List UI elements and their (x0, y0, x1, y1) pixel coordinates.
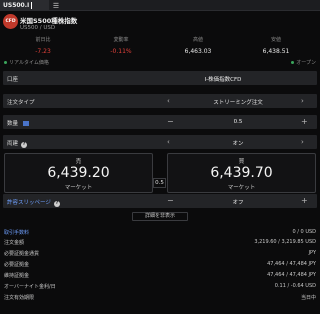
slippage-value: オフ (232, 200, 244, 206)
grid-icon[interactable] (23, 121, 30, 126)
account-value: I-株価指数CFD (204, 77, 242, 83)
detail-value: 当日中 (300, 295, 316, 301)
realtime-status: リアルタイム価格 (4, 59, 49, 66)
market-status: リアルタイム価格 オープン (0, 58, 320, 66)
tab-bar: US500.I ☰ (0, 0, 320, 11)
slippage-label-text: 許容スリッページ (7, 200, 51, 206)
detail-value: 3,219.60 / 3,219.85 USD (254, 239, 316, 245)
hedge-label: 両建? (7, 139, 28, 148)
help-icon[interactable]: ? (21, 142, 28, 148)
detail-value: 47,464 / 47,484 JPY (267, 272, 316, 278)
account-row: 口座 I-株価指数CFD (3, 71, 317, 85)
quantity-stepper[interactable]: 0.5 (183, 119, 293, 125)
detail-row-commission: 取引手数料 0 / 0 USD (4, 228, 316, 237)
live-dot-icon (4, 61, 7, 64)
stat-change-percent: 変動率 -0.11% (86, 36, 156, 55)
quantity-label: 数量 (7, 119, 30, 127)
chevron-right-icon[interactable]: › (301, 97, 304, 105)
stat-label: 変動率 (113, 37, 129, 43)
ticker-stats: 前日比 -7.23 変動率 -0.11% 高値 6,463.03 安値 6,43… (0, 36, 320, 56)
increase-slippage-button[interactable]: + (301, 196, 308, 205)
open-label: オープン (296, 60, 316, 66)
stat-change: 前日比 -7.23 (8, 36, 78, 55)
detail-row-maintenance-margin: 維持証拠金 47,464 / 47,484 JPY (4, 271, 316, 280)
quantity-label-text: 数量 (7, 121, 19, 127)
detail-value: 0 / 0 USD (292, 229, 317, 235)
sell-order-type: マーケット (64, 185, 93, 191)
market-open-status: オープン (291, 59, 316, 66)
decrease-slippage-button[interactable]: − (167, 196, 174, 205)
tab-active-marker (31, 2, 33, 9)
decrease-quantity-button[interactable]: − (167, 117, 174, 126)
detail-key: 注文金額 (4, 240, 25, 246)
help-icon[interactable]: ? (53, 201, 60, 207)
buy-label: 買 (238, 159, 245, 165)
order-type-label: 注文タイプ (7, 100, 35, 106)
quantity-row: 数量 − 0.5 + (3, 115, 317, 129)
hedge-row: 両建? ‹ オン › (3, 135, 317, 149)
spread-value: 0.5 (153, 178, 166, 188)
chevron-left-icon[interactable]: ‹ (167, 97, 170, 105)
detail-key: 注文有効期限 (4, 295, 35, 301)
instrument-name: 米国S500種株指数 (20, 17, 78, 25)
detail-row-margin-currency: 必要証拠金通貨 JPY (4, 249, 316, 258)
chevron-left-icon[interactable]: ‹ (167, 138, 170, 146)
cfd-logo-icon: CFD (3, 14, 18, 29)
detail-row-overnight-rate: オーバーナイト金利/日 0.11 / -0.64 USD (4, 282, 316, 291)
open-dot-icon (291, 61, 295, 64)
instrument-header: CFD 米国S500種株指数 US500 / USD (0, 11, 320, 35)
order-type-value: ストリーミング注文 (213, 100, 263, 106)
detail-key: オーバーナイト金利/日 (4, 284, 56, 290)
detail-value: 0.11 / -0.64 USD (274, 283, 316, 289)
detail-key[interactable]: 取引手数料 (4, 229, 29, 236)
hamburger-menu-icon[interactable]: ☰ (50, 1, 62, 10)
hide-details-button[interactable]: 詳細を非表示 (132, 212, 188, 221)
buy-button[interactable]: 買 6,439.70 マーケット (167, 153, 316, 193)
stat-value: 6,438.51 (262, 48, 290, 55)
detail-row-order-expiry: 注文有効期限 当日中 (4, 293, 316, 302)
realtime-label: リアルタイム価格 (9, 60, 49, 66)
account-label: 口座 (7, 77, 19, 83)
stat-high: 高値 6,463.03 (163, 36, 233, 55)
stat-value: -0.11% (110, 48, 132, 55)
order-type-row: 注文タイプ ‹ ストリーミング注文 › (3, 94, 317, 108)
chevron-right-icon[interactable]: › (301, 138, 304, 146)
instrument-symbol: US500 / USD (20, 25, 56, 31)
stat-value: 6,463.03 (184, 48, 212, 55)
sell-label: 売 (75, 159, 82, 165)
stat-label: 前日比 (35, 37, 51, 43)
detail-key: 必要証拠金 (4, 262, 30, 268)
detail-key: 必要証拠金通貨 (4, 251, 40, 257)
detail-value: JPY (308, 250, 316, 256)
sell-price: 6,439.20 (47, 165, 110, 181)
stat-low: 安値 6,438.51 (241, 36, 311, 55)
buy-order-type: マーケット (227, 185, 256, 191)
increase-quantity-button[interactable]: + (301, 117, 308, 126)
stat-label: 高値 (192, 37, 203, 43)
detail-row-order-amount: 注文金額 3,219.60 / 3,219.85 USD (4, 238, 316, 247)
hedge-label-text: 両建 (7, 141, 19, 147)
buy-price: 6,439.70 (210, 165, 273, 181)
detail-row-required-margin: 必要証拠金 47,464 / 47,484 JPY (4, 260, 316, 269)
tab-label: US500.I (3, 2, 30, 9)
detail-value: 47,464 / 47,484 JPY (267, 261, 316, 267)
slippage-row: 許容スリッページ? − オフ + (3, 194, 317, 208)
detail-key: 維持証拠金 (4, 273, 30, 279)
stat-label: 安値 (270, 37, 281, 43)
stat-value: -7.23 (35, 48, 51, 55)
hedge-value: オン (232, 141, 244, 147)
tab-us500[interactable]: US500.I (0, 0, 49, 11)
slippage-label: 許容スリッページ? (7, 198, 60, 207)
sell-button[interactable]: 売 6,439.20 マーケット (4, 153, 153, 193)
